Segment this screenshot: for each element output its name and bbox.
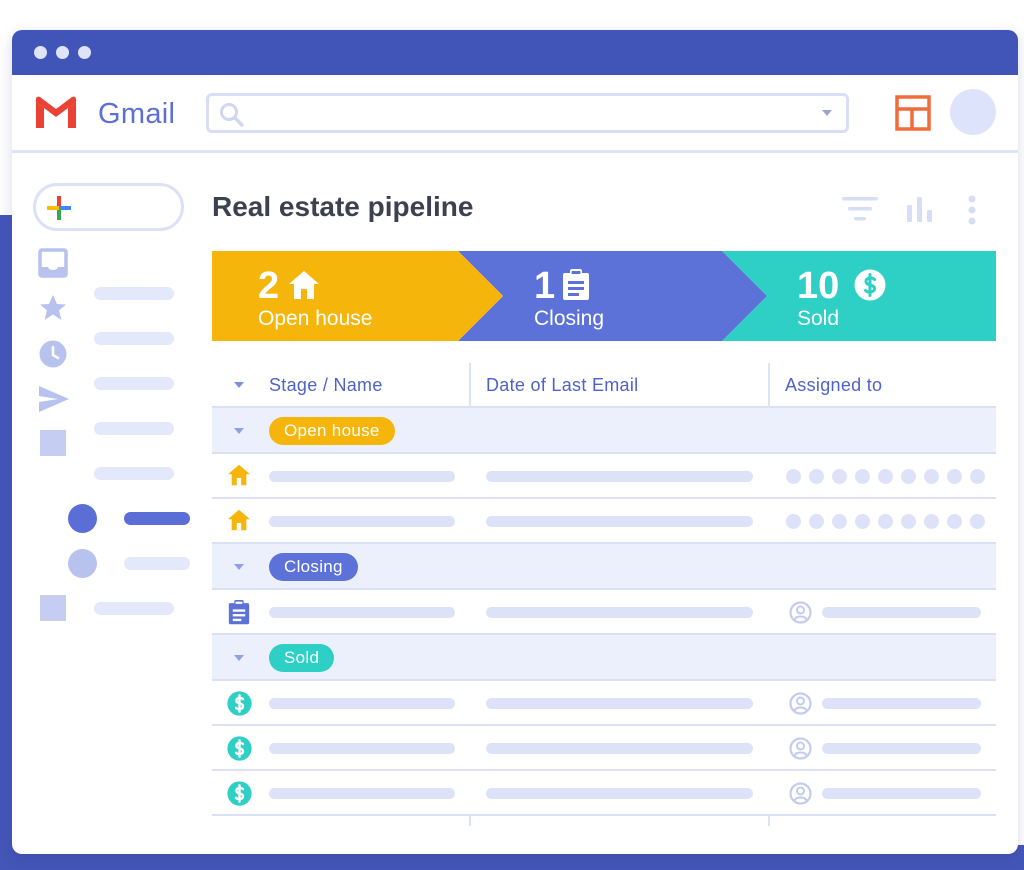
name-placeholder [269, 516, 455, 527]
table-row[interactable] [212, 726, 996, 771]
search-bar[interactable] [206, 93, 849, 133]
table-row[interactable] [212, 681, 996, 726]
inbox-icon[interactable] [38, 248, 68, 283]
window-control-dot[interactable] [56, 46, 69, 59]
assignee-placeholder [822, 698, 981, 709]
table-row[interactable] [212, 771, 996, 816]
date-placeholder [486, 607, 753, 618]
table-row[interactable] [212, 454, 996, 499]
assignee-placeholder [822, 788, 981, 799]
sidebar-item-label[interactable] [94, 377, 174, 390]
app-window: Gmail Real estate pipeline 2 Open house … [12, 30, 1018, 854]
sidebar-item-label[interactable] [94, 287, 174, 300]
name-placeholder [269, 788, 455, 799]
search-icon[interactable] [219, 102, 245, 133]
person-icon [789, 782, 812, 810]
clock-icon[interactable] [38, 339, 68, 374]
bar-chart-icon[interactable] [906, 195, 936, 228]
group-row-open-house[interactable]: Open house [212, 408, 996, 454]
assignee-placeholder [786, 469, 985, 484]
stage-label: Open house [258, 307, 373, 330]
stage-label: Sold [797, 307, 840, 330]
house-icon [227, 464, 251, 491]
clipboard-icon [562, 269, 590, 306]
dollar-icon [227, 736, 252, 766]
stage-open-house[interactable]: 2 Open house [212, 251, 502, 341]
app-name: Gmail [98, 98, 176, 130]
stage-badge: Closing [269, 553, 358, 581]
date-placeholder [486, 698, 753, 709]
stage-badge: Open house [269, 417, 395, 445]
gmail-logo-icon[interactable] [33, 96, 79, 135]
label-circle-icon[interactable] [68, 504, 97, 538]
chevron-down-icon[interactable] [234, 655, 244, 661]
label-square-icon[interactable] [40, 430, 66, 461]
pipeline-table: Stage / Name Date of Last Email Assigned… [212, 363, 996, 826]
avatar[interactable] [950, 89, 996, 135]
table-header: Stage / Name Date of Last Email Assigned… [212, 363, 996, 408]
chevron-down-icon[interactable] [234, 382, 244, 388]
sidebar-item-label[interactable] [94, 422, 174, 435]
name-placeholder [269, 471, 455, 482]
dollar-icon [227, 691, 252, 721]
chevron-down-icon[interactable] [234, 428, 244, 434]
stage-count: 1 [534, 265, 556, 307]
stage-badge: Sold [269, 644, 335, 672]
sidebar-item-label[interactable] [94, 332, 174, 345]
layout-icon[interactable] [895, 95, 931, 136]
person-icon [789, 601, 812, 629]
label-circle-icon[interactable] [68, 549, 97, 583]
pipeline-summary: 2 Open house 1 Closing 10 Sold [212, 251, 996, 341]
name-placeholder [269, 743, 455, 754]
header: Gmail [12, 75, 1018, 153]
group-row-closing[interactable]: Closing [212, 544, 996, 590]
send-icon[interactable] [38, 384, 70, 419]
column-header[interactable]: Assigned to [785, 375, 882, 396]
chevron-down-icon[interactable] [234, 564, 244, 570]
filter-icon[interactable] [842, 195, 878, 228]
table-row[interactable] [212, 499, 996, 544]
label-square-icon[interactable] [40, 595, 66, 626]
compose-button[interactable] [33, 183, 184, 231]
assignee-placeholder [822, 743, 981, 754]
column-header[interactable]: Stage / Name [269, 375, 383, 396]
house-icon [288, 270, 320, 305]
more-vert-icon[interactable] [967, 195, 977, 232]
assignee-placeholder [822, 607, 981, 618]
assignee-placeholder [786, 514, 985, 529]
sidebar-item-label-active[interactable] [124, 512, 190, 525]
plus-icon [47, 196, 71, 225]
person-icon [789, 692, 812, 720]
page-title: Real estate pipeline [212, 191, 474, 222]
dollar-icon [227, 781, 252, 811]
stage-count: 10 [797, 265, 840, 307]
stage-count: 2 [258, 265, 280, 307]
group-row-sold[interactable]: Sold [212, 635, 996, 681]
column-header[interactable]: Date of Last Email [486, 375, 638, 396]
date-placeholder [486, 471, 753, 482]
chevron-down-icon[interactable] [822, 110, 832, 116]
window-control-dot[interactable] [34, 46, 47, 59]
name-placeholder [269, 607, 455, 618]
house-icon [227, 509, 251, 536]
stage-sold[interactable]: 10 Sold [767, 251, 996, 341]
date-placeholder [486, 516, 753, 527]
date-placeholder [486, 743, 753, 754]
sidebar-item-label[interactable] [94, 467, 174, 480]
star-icon[interactable] [38, 293, 68, 328]
sidebar [12, 153, 202, 853]
sidebar-item-label[interactable] [124, 557, 190, 570]
clipboard-icon [228, 600, 250, 630]
table-row[interactable] [212, 590, 996, 635]
date-placeholder [486, 788, 753, 799]
sidebar-item-label[interactable] [94, 602, 174, 615]
stage-closing[interactable]: 1 Closing [502, 251, 767, 341]
title-bar [12, 30, 1018, 75]
stage-label: Closing [534, 307, 605, 330]
person-icon [789, 737, 812, 765]
dollar-icon [854, 269, 886, 306]
window-control-dot[interactable] [78, 46, 91, 59]
name-placeholder [269, 698, 455, 709]
